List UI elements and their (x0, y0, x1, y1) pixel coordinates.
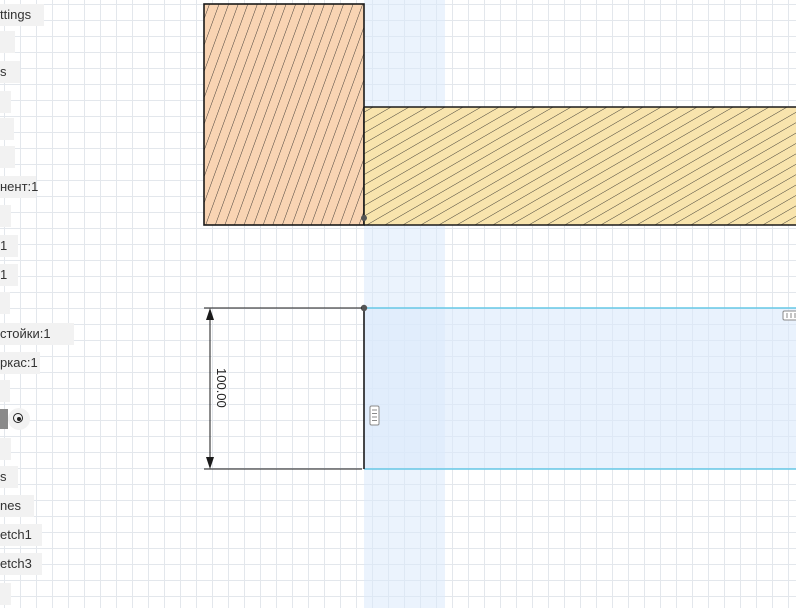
left-profile-hatch (204, 4, 364, 225)
sketch-canvas[interactable]: 100.00 (0, 0, 796, 608)
vertical-constraint-icon[interactable] (369, 405, 380, 426)
dimension-arrow-top-icon (206, 308, 214, 320)
dimension-100[interactable]: 100.00 (204, 307, 362, 470)
lower-selection-region[interactable] (364, 308, 796, 469)
right-profile-hatch (364, 107, 796, 225)
sketch-point-icon[interactable] (361, 215, 367, 221)
horizontal-constraint-icon[interactable] (782, 310, 796, 321)
dimension-value[interactable]: 100.00 (214, 368, 229, 408)
vertical-selection-band[interactable] (364, 0, 445, 608)
dimension-arrow-bottom-icon (206, 457, 214, 469)
